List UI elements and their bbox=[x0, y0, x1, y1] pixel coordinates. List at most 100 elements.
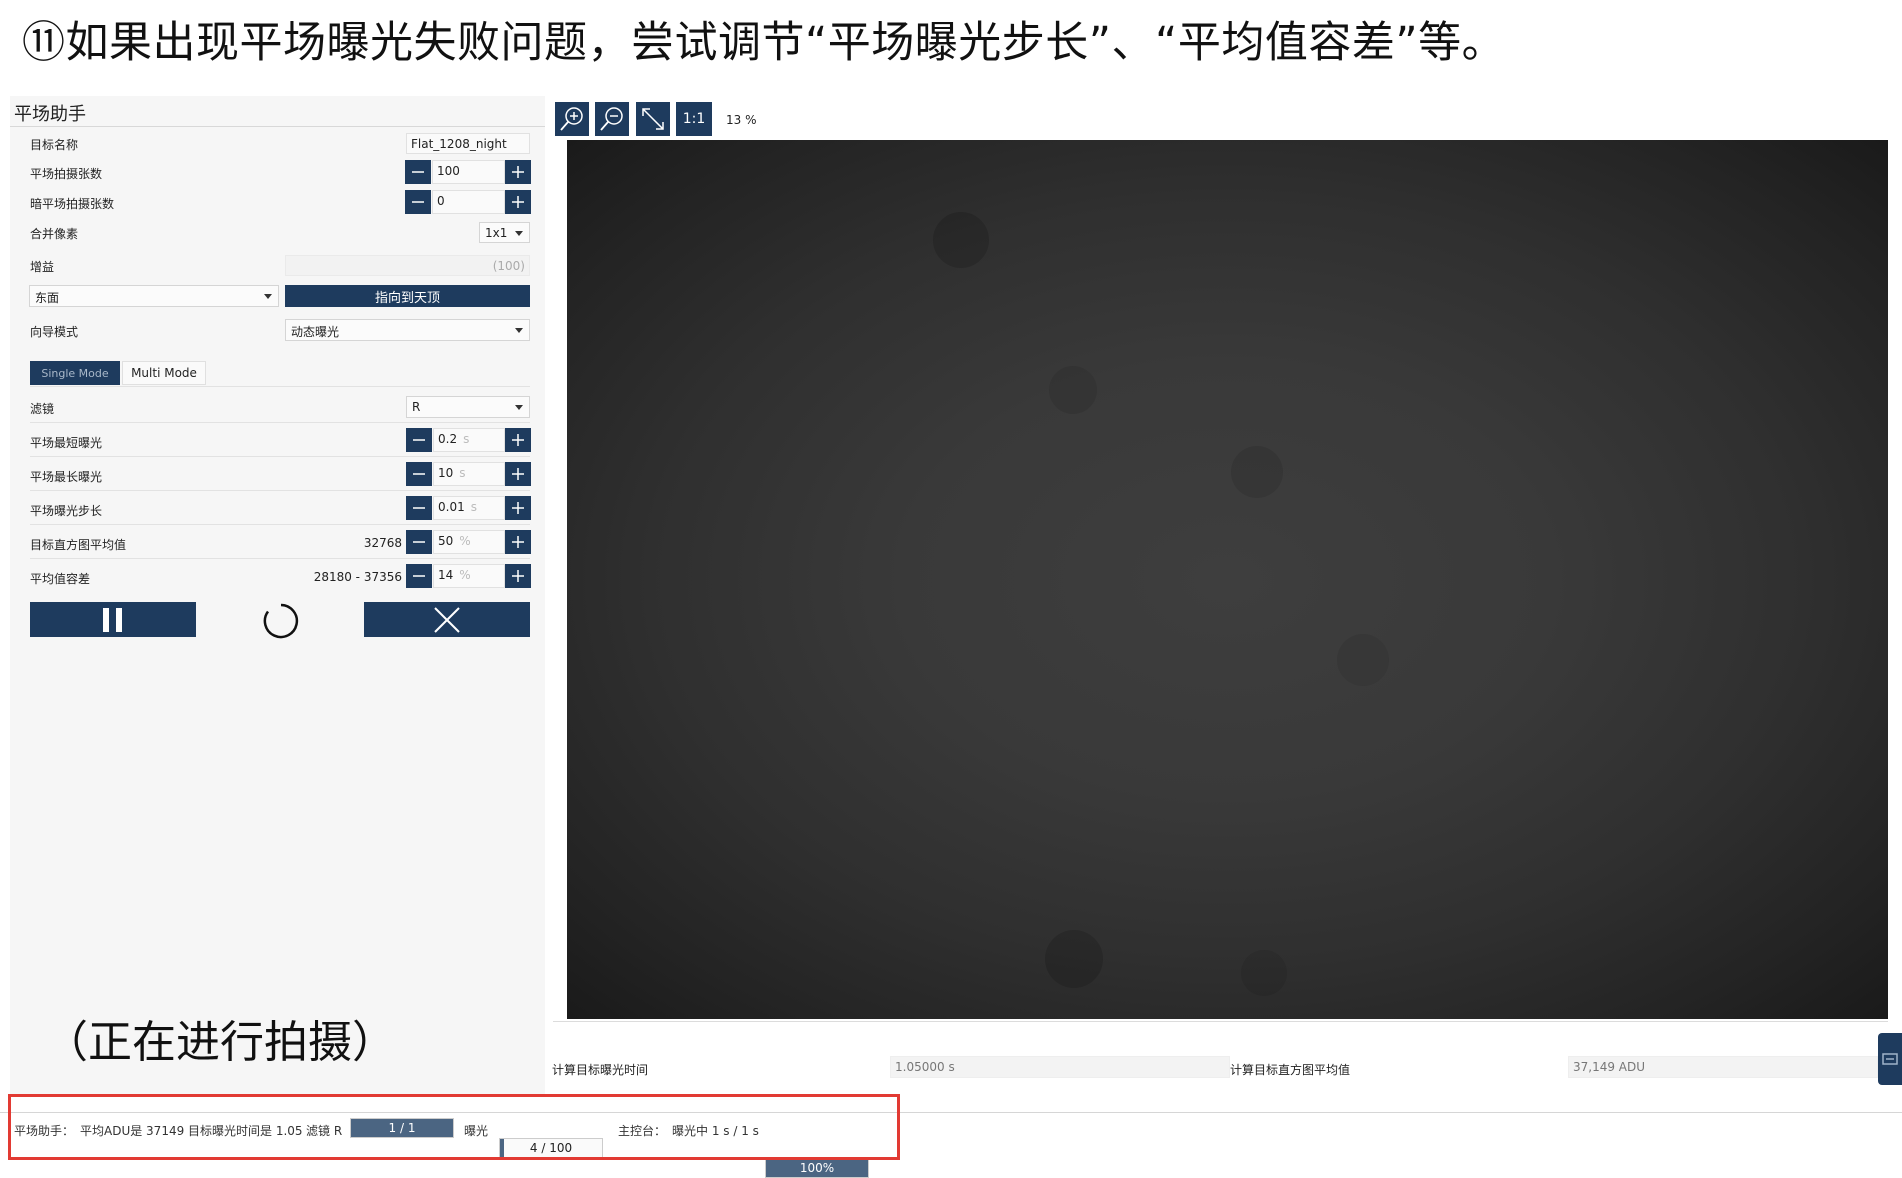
max-exposure-label: 平场最长曝光 bbox=[30, 470, 103, 484]
max-exposure-input[interactable]: 10 s bbox=[433, 462, 505, 486]
calc-exposure-label: 计算目标曝光时间 bbox=[552, 1063, 649, 1077]
minus-icon bbox=[413, 541, 425, 543]
min-exposure-value: 0.2 bbox=[438, 432, 458, 446]
filter-value: R bbox=[412, 400, 421, 414]
dark-count-input[interactable]: 0 bbox=[432, 190, 505, 214]
dark-count-decrement-button[interactable] bbox=[405, 190, 431, 214]
exposure-step-label: 平场曝光步长 bbox=[30, 504, 103, 518]
flat-count-increment-button[interactable] bbox=[505, 160, 531, 184]
tab-multi-mode[interactable]: Multi Mode bbox=[122, 361, 206, 385]
min-exposure-unit: s bbox=[463, 432, 470, 446]
tab-single-mode[interactable]: Single Mode bbox=[30, 361, 120, 385]
max-exposure-decrement-button[interactable] bbox=[406, 462, 432, 486]
one-to-one-button[interactable]: 1:1 bbox=[676, 102, 712, 136]
chevron-down-icon bbox=[515, 405, 523, 410]
minus-icon bbox=[413, 439, 425, 441]
point-to-zenith-button[interactable]: 指向到天顶 bbox=[285, 285, 530, 307]
zoom-out-icon bbox=[600, 107, 623, 131]
minus-icon bbox=[412, 201, 424, 203]
flat-frame-image[interactable] bbox=[567, 140, 1888, 1019]
minus-icon bbox=[413, 507, 425, 509]
dust-spot bbox=[1241, 950, 1287, 996]
histogram-mean-decrement-button[interactable] bbox=[406, 530, 432, 554]
histogram-mean-input[interactable]: 50% bbox=[433, 530, 505, 554]
main-progress-text: 100% bbox=[799, 1161, 835, 1175]
min-exposure-input[interactable]: 0.2 s bbox=[433, 428, 505, 452]
binning-value: 1x1 bbox=[485, 226, 508, 240]
minus-icon bbox=[413, 473, 425, 475]
flat-wizard-panel bbox=[10, 96, 545, 1096]
calc-histogram-label: 计算目标直方图平均值 bbox=[1230, 1063, 1351, 1077]
max-exposure-increment-button[interactable] bbox=[505, 462, 531, 486]
mean-tolerance-input[interactable]: 14% bbox=[433, 564, 505, 588]
direction-select[interactable]: 东面 bbox=[29, 285, 279, 307]
binning-label: 合并像素 bbox=[30, 227, 79, 241]
loading-spinner-icon bbox=[262, 602, 300, 640]
max-exposure-value: 10 bbox=[438, 466, 454, 480]
histogram-mean-increment-button[interactable] bbox=[505, 530, 531, 554]
exposure-step-increment-button[interactable] bbox=[505, 496, 531, 520]
headline-text: ⑪如果出现平场曝光失败问题，尝试调节“平场曝光步长”、“平均值容差”等。 bbox=[22, 18, 1506, 68]
minus-icon bbox=[413, 575, 425, 577]
exposure-step-input[interactable]: 0.01 s bbox=[433, 496, 505, 520]
zoom-in-icon bbox=[560, 107, 583, 131]
fit-to-screen-icon bbox=[642, 108, 664, 130]
min-exposure-decrement-button[interactable] bbox=[406, 428, 432, 452]
fit-to-screen-button[interactable] bbox=[636, 102, 670, 136]
dark-count-increment-button[interactable] bbox=[505, 190, 531, 214]
chevron-down-icon bbox=[515, 328, 523, 333]
wizard-mode-value: 动态曝光 bbox=[291, 325, 340, 339]
cancel-button[interactable] bbox=[364, 602, 530, 637]
dust-spot bbox=[1045, 930, 1103, 988]
side-panel-toggle[interactable] bbox=[1878, 1033, 1902, 1085]
mean-tolerance-increment-button[interactable] bbox=[505, 564, 531, 588]
row-divider bbox=[30, 456, 530, 457]
binning-select[interactable]: 1x1 bbox=[479, 222, 530, 243]
row-divider bbox=[30, 422, 530, 423]
mean-tolerance-label: 平均值容差 bbox=[30, 572, 91, 586]
main-progress-bar: 100% bbox=[765, 1158, 869, 1178]
histogram-mean-unit: % bbox=[459, 534, 471, 548]
plus-icon bbox=[512, 502, 524, 514]
chevron-down-icon bbox=[264, 294, 272, 299]
flat-count-input[interactable]: 100 bbox=[432, 160, 505, 184]
dust-spot bbox=[1049, 366, 1097, 414]
histogram-mean-label: 目标直方图平均值 bbox=[30, 538, 127, 552]
pause-icon bbox=[103, 607, 122, 632]
zoom-in-button[interactable] bbox=[555, 102, 589, 136]
close-icon bbox=[434, 606, 460, 633]
pause-button[interactable] bbox=[30, 602, 196, 637]
wizard-mode-select[interactable]: 动态曝光 bbox=[285, 319, 530, 341]
min-exposure-increment-button[interactable] bbox=[505, 428, 531, 452]
calc-histogram-value: 37,149 ADU bbox=[1568, 1056, 1878, 1078]
gain-input[interactable]: (100) bbox=[285, 255, 530, 276]
histogram-mean-adu: 32768 bbox=[363, 536, 402, 550]
mean-tolerance-unit: % bbox=[459, 568, 471, 582]
gain-label: 增益 bbox=[30, 260, 55, 274]
dust-spot bbox=[933, 212, 989, 268]
target-name-label: 目标名称 bbox=[30, 138, 79, 152]
target-name-input[interactable]: Flat_1208_night bbox=[406, 133, 530, 154]
flat-count-decrement-button[interactable] bbox=[405, 160, 431, 184]
plus-icon bbox=[512, 570, 524, 582]
row-divider bbox=[30, 558, 530, 559]
direction-value: 东面 bbox=[35, 291, 60, 305]
zoom-out-button[interactable] bbox=[595, 102, 629, 136]
dust-spot bbox=[1337, 634, 1389, 686]
mean-tolerance-value: 14 bbox=[438, 568, 454, 582]
minus-icon bbox=[412, 171, 424, 173]
exposure-step-decrement-button[interactable] bbox=[406, 496, 432, 520]
panel-title-divider bbox=[10, 126, 545, 127]
panel-toggle-icon bbox=[1882, 1053, 1898, 1065]
mean-tolerance-decrement-button[interactable] bbox=[406, 564, 432, 588]
plus-icon bbox=[512, 196, 524, 208]
row-divider bbox=[30, 524, 530, 525]
dark-count-label: 暗平场拍摄张数 bbox=[30, 197, 115, 211]
highlight-box bbox=[8, 1094, 900, 1160]
histogram-mean-value: 50 bbox=[438, 534, 454, 548]
min-exposure-label: 平场最短曝光 bbox=[30, 436, 103, 450]
plus-icon bbox=[512, 468, 524, 480]
image-divider bbox=[553, 1021, 1888, 1022]
filter-select[interactable]: R bbox=[406, 396, 530, 418]
mean-tolerance-range: 28180 - 37356 bbox=[313, 570, 402, 584]
